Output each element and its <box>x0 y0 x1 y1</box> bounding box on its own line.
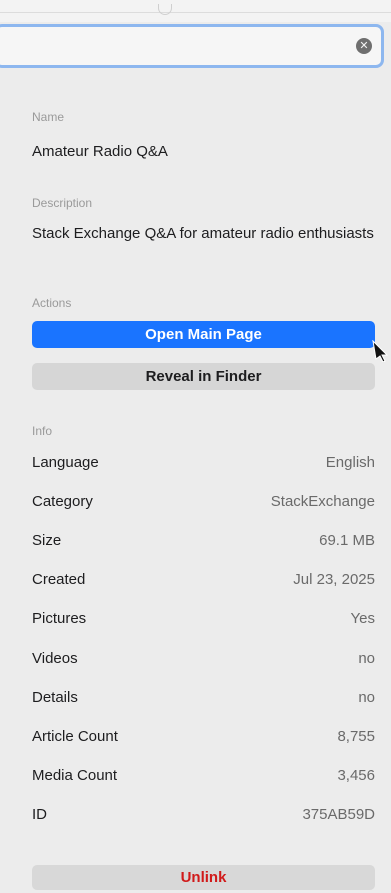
info-row-pictures: Pictures Yes <box>32 610 375 630</box>
top-partial-control <box>158 4 172 15</box>
info-key: Videos <box>32 650 78 667</box>
info-key: Category <box>32 493 93 510</box>
info-key: Article Count <box>32 728 118 745</box>
info-value: 3,456 <box>337 767 375 784</box>
info-value: no <box>358 689 375 706</box>
reveal-in-finder-button[interactable]: Reveal in Finder <box>32 363 375 390</box>
info-value: Jul 23, 2025 <box>293 571 375 588</box>
name-value: Amateur Radio Q&A <box>32 143 168 160</box>
top-divider <box>0 12 391 13</box>
info-row-videos: Videos no <box>32 650 375 670</box>
mouse-cursor-icon <box>372 340 389 362</box>
info-value: Yes <box>350 610 375 627</box>
info-value: 8,755 <box>337 728 375 745</box>
info-key: Pictures <box>32 610 87 627</box>
info-key: Created <box>32 571 86 588</box>
info-value: 69.1 MB <box>319 532 375 549</box>
info-row-size: Size 69.1 MB <box>32 532 375 552</box>
window-top-strip <box>0 0 391 22</box>
details-panel: Name Amateur Radio Q&A Description Stack… <box>0 84 391 893</box>
search-input[interactable] <box>7 27 341 67</box>
info-value: StackExchange <box>270 493 375 510</box>
info-value: no <box>358 650 375 667</box>
info-value: English <box>325 454 375 471</box>
name-section-label: Name <box>32 110 65 124</box>
info-section-label: Info <box>32 424 53 438</box>
info-row-details: Details no <box>32 689 375 709</box>
description-value: Stack Exchange Q&A for amateur radio ent… <box>32 225 374 242</box>
info-key: Language <box>32 454 99 471</box>
info-key: Media Count <box>32 767 118 784</box>
info-row-category: Category StackExchange <box>32 493 375 513</box>
search-field[interactable]: ✕ <box>0 24 384 68</box>
info-row-id: ID 375AB59D <box>32 806 375 826</box>
info-key: Size <box>32 532 62 549</box>
info-key: Details <box>32 689 78 706</box>
description-section-label: Description <box>32 196 93 210</box>
info-key: ID <box>32 806 47 823</box>
info-row-article-count: Article Count 8,755 <box>32 728 375 748</box>
open-main-page-button[interactable]: Open Main Page <box>32 321 375 348</box>
actions-section-label: Actions <box>32 296 72 310</box>
clear-circle-x-icon[interactable]: ✕ <box>356 38 372 54</box>
info-row-media-count: Media Count 3,456 <box>32 767 375 787</box>
info-value: 375AB59D <box>302 806 375 823</box>
info-row-language: Language English <box>32 454 375 474</box>
unlink-button[interactable]: Unlink <box>32 865 375 890</box>
info-row-created: Created Jul 23, 2025 <box>32 571 375 591</box>
